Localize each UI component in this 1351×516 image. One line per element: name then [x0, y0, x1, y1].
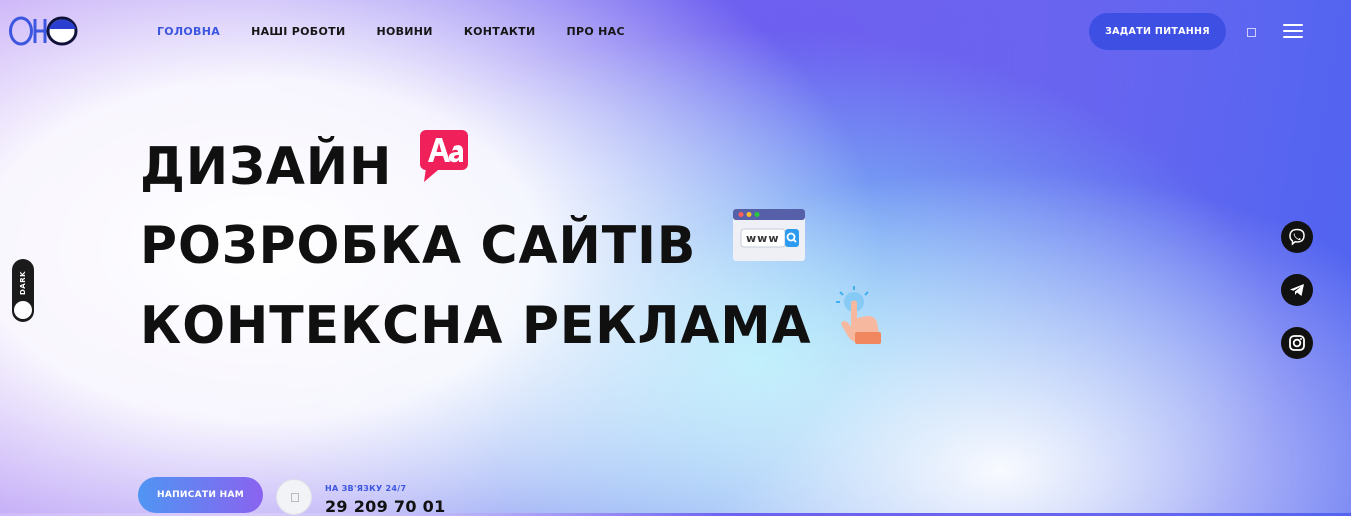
telegram-icon[interactable] — [1281, 274, 1313, 306]
hero-line-text: КОНТЕКСНА РЕКЛАМА — [140, 296, 812, 356]
hero-line-text: ДИЗАЙН — [140, 137, 393, 197]
browser-www-icon: www — [731, 207, 807, 286]
nav-item-home[interactable]: ГОЛОВНА — [157, 25, 220, 38]
hero-line-web-dev: РОЗРОБКА САЙТІВ www — [140, 207, 886, 286]
phone-number[interactable]: 29 209 70 01 — [325, 497, 446, 516]
nav-item-news[interactable]: НОВИНИ — [376, 25, 432, 38]
nav-item-about[interactable]: ПРО НАС — [567, 25, 625, 38]
ask-question-button[interactable]: ЗАДАТИ ПИТАННЯ — [1089, 13, 1226, 50]
dark-mode-label: DARK — [19, 270, 27, 296]
header: ГОЛОВНА НАШІ РОБОТИ НОВИНИ КОНТАКТИ ПРО … — [0, 0, 1351, 64]
nav-item-contacts[interactable]: КОНТАКТИ — [464, 25, 536, 38]
language-icon[interactable] — [1247, 28, 1256, 37]
write-us-button[interactable]: НАПИСАТИ НАМ — [138, 477, 263, 513]
toggle-knob — [14, 301, 32, 319]
dark-mode-toggle[interactable]: DARK — [12, 259, 34, 322]
hero-line-design: ДИЗАЙН — [140, 128, 886, 207]
viber-icon[interactable] — [1281, 221, 1313, 253]
hero-line-text: РОЗРОБКА САЙТІВ — [140, 216, 697, 276]
www-text: www — [746, 232, 780, 245]
availability-label: НА ЗВ'ЯЗКУ 24/7 — [325, 484, 407, 493]
hero-line-ads: КОНТЕКСНА РЕКЛАМА — [140, 286, 886, 367]
font-aa-icon — [418, 128, 472, 207]
logo[interactable] — [8, 14, 80, 48]
hero-title: ДИЗАЙН РОЗРОБКА САЙТІВ www КОНТЕКСНА РЕК… — [140, 128, 886, 367]
main-nav: ГОЛОВНА НАШІ РОБОТИ НОВИНИ КОНТАКТИ ПРО … — [157, 25, 656, 38]
menu-icon[interactable] — [1283, 24, 1303, 38]
nav-item-our-works[interactable]: НАШІ РОБОТИ — [251, 25, 345, 38]
instagram-icon[interactable] — [1281, 327, 1313, 359]
phone-icon[interactable] — [276, 479, 312, 515]
pointer-hand-icon — [834, 286, 886, 367]
